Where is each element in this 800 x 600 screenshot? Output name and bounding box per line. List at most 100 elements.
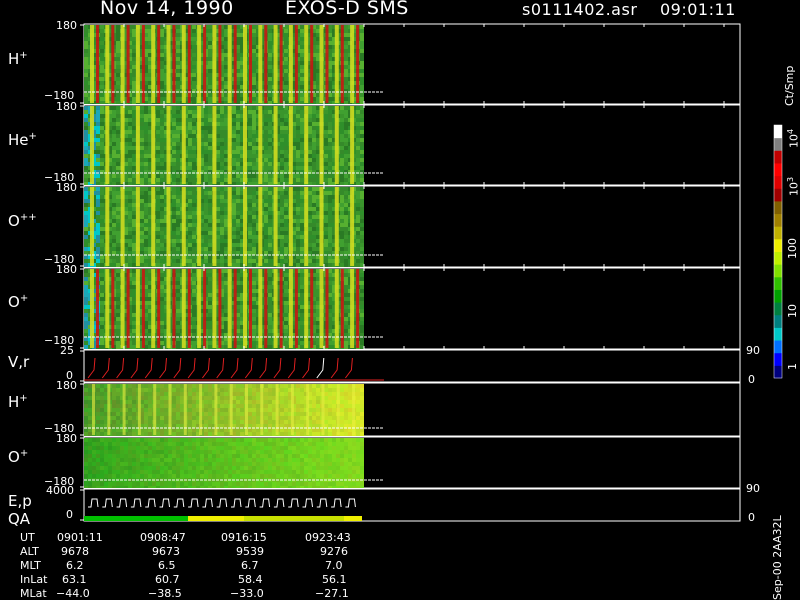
spectrogram-cell (328, 85, 332, 89)
spectrogram-cell (188, 203, 192, 207)
spectrogram-cell (296, 110, 300, 114)
spectrogram-cell (248, 235, 252, 239)
spectrogram-cell (284, 85, 288, 89)
spectrogram-cell (308, 114, 312, 118)
spectrogram-cell (188, 243, 192, 247)
spectrogram-cell (344, 81, 348, 85)
spectrogram-cell (96, 150, 100, 154)
spectrogram-cell (248, 223, 252, 227)
spectrogram-cell (100, 29, 104, 33)
spectrogram-cell (160, 235, 164, 239)
spectrogram-cell (224, 199, 228, 203)
spectrogram-cell (96, 182, 100, 185)
spectrogram-cell (232, 130, 236, 134)
spectrogram-cell (116, 77, 120, 81)
spectrogram-cell (192, 215, 196, 219)
spectrogram-cell (356, 215, 360, 219)
spectrogram-cell (132, 317, 136, 321)
spectrogram-cell (316, 122, 320, 126)
spectrogram-cell (100, 281, 104, 285)
spectrogram-cell (300, 239, 304, 243)
spectrogram-stripe (105, 25, 110, 103)
spectrogram-cell (360, 114, 364, 118)
spectrogram-cell (248, 106, 252, 110)
spectrogram-cell (340, 138, 344, 142)
spectrogram-cell (356, 150, 360, 154)
spectrogram-cell (132, 235, 136, 239)
spectrogram-cell (284, 57, 288, 61)
spectrogram-cell (300, 138, 304, 142)
spectrogram-cell (140, 255, 144, 259)
spectrogram-cell (224, 158, 228, 162)
spectrogram-cell (232, 191, 236, 195)
spectrogram-cell (160, 106, 164, 110)
spectrogram-cell (84, 325, 88, 329)
spectrogram-cell (112, 247, 116, 251)
spectrogram-cell (160, 174, 164, 178)
spectrogram-cell (188, 162, 192, 166)
spectrogram-cell (296, 106, 300, 110)
spectrogram-cell (284, 203, 288, 207)
spectrogram-cell (176, 297, 180, 301)
spectrogram-cell (224, 263, 228, 267)
spectrogram-cell (328, 203, 332, 207)
spectrogram-cell (172, 187, 176, 191)
spectrogram-cell (116, 247, 120, 251)
spectrogram-cell (232, 215, 236, 219)
spectrogram-cell (324, 158, 328, 162)
spectrogram-cell (216, 122, 220, 126)
spectrogram-cell (84, 69, 88, 73)
spectrogram-cell (160, 122, 164, 126)
spectrogram-cell (232, 114, 236, 118)
spectrogram-cell (176, 146, 180, 150)
spectrogram-cell (220, 235, 224, 239)
spectrogram-cell (308, 154, 312, 158)
spectrogram-cell (116, 321, 120, 325)
spectrogram-cell (192, 49, 196, 53)
spectrogram-cell (280, 126, 284, 130)
spectrogram-cell (232, 158, 236, 162)
spectrogram-cell (300, 154, 304, 158)
spectrogram-cell (160, 191, 164, 195)
spectrogram-cell (176, 329, 180, 333)
spectrogram-cell (264, 130, 268, 134)
spectrogram-cell (116, 33, 120, 37)
spectrogram-cell (224, 227, 228, 231)
spectrogram-cell (268, 203, 272, 207)
spectrogram-cell (344, 53, 348, 57)
spectrogram-cell (308, 174, 312, 178)
spectrogram-cell (344, 65, 348, 69)
spectrogram-cell (216, 182, 220, 185)
spectrogram-cell (100, 45, 104, 49)
spectrogram-cell (96, 203, 100, 207)
spectrogram-cell (316, 114, 320, 118)
spectrogram-cell (360, 255, 364, 259)
spectrogram-cell (208, 122, 212, 126)
spectrogram-cell (216, 247, 220, 251)
spectrogram-cell (112, 187, 116, 191)
spectrogram-cell (300, 85, 304, 89)
spectrogram-stripe (334, 187, 339, 266)
spectrogram-cell (204, 174, 208, 178)
spectrogram-cell (208, 97, 212, 101)
spectrogram-cell (100, 65, 104, 69)
spectrogram-cell (100, 122, 104, 126)
spectrogram-cell (160, 289, 164, 293)
spectrogram-cell (296, 199, 300, 203)
spectrogram-cell (360, 93, 364, 97)
spectrogram-cell (208, 263, 212, 267)
spectrogram-cell (100, 150, 104, 154)
spectrogram-cell (112, 142, 116, 146)
spectrogram-stripe (227, 25, 232, 103)
spectrogram-cell (280, 227, 284, 231)
spectrogram-cell (100, 61, 104, 65)
spectrogram-cell (220, 243, 224, 247)
spectrogram-cell (100, 37, 104, 41)
spectrogram-cell (116, 255, 120, 259)
spectrogram-cell (232, 174, 236, 178)
spectrogram-cell (160, 207, 164, 211)
spectrogram-cell (144, 142, 148, 146)
spectrogram-cell (188, 231, 192, 235)
spectrogram-cell (280, 154, 284, 158)
spectrogram-cell (300, 251, 304, 255)
